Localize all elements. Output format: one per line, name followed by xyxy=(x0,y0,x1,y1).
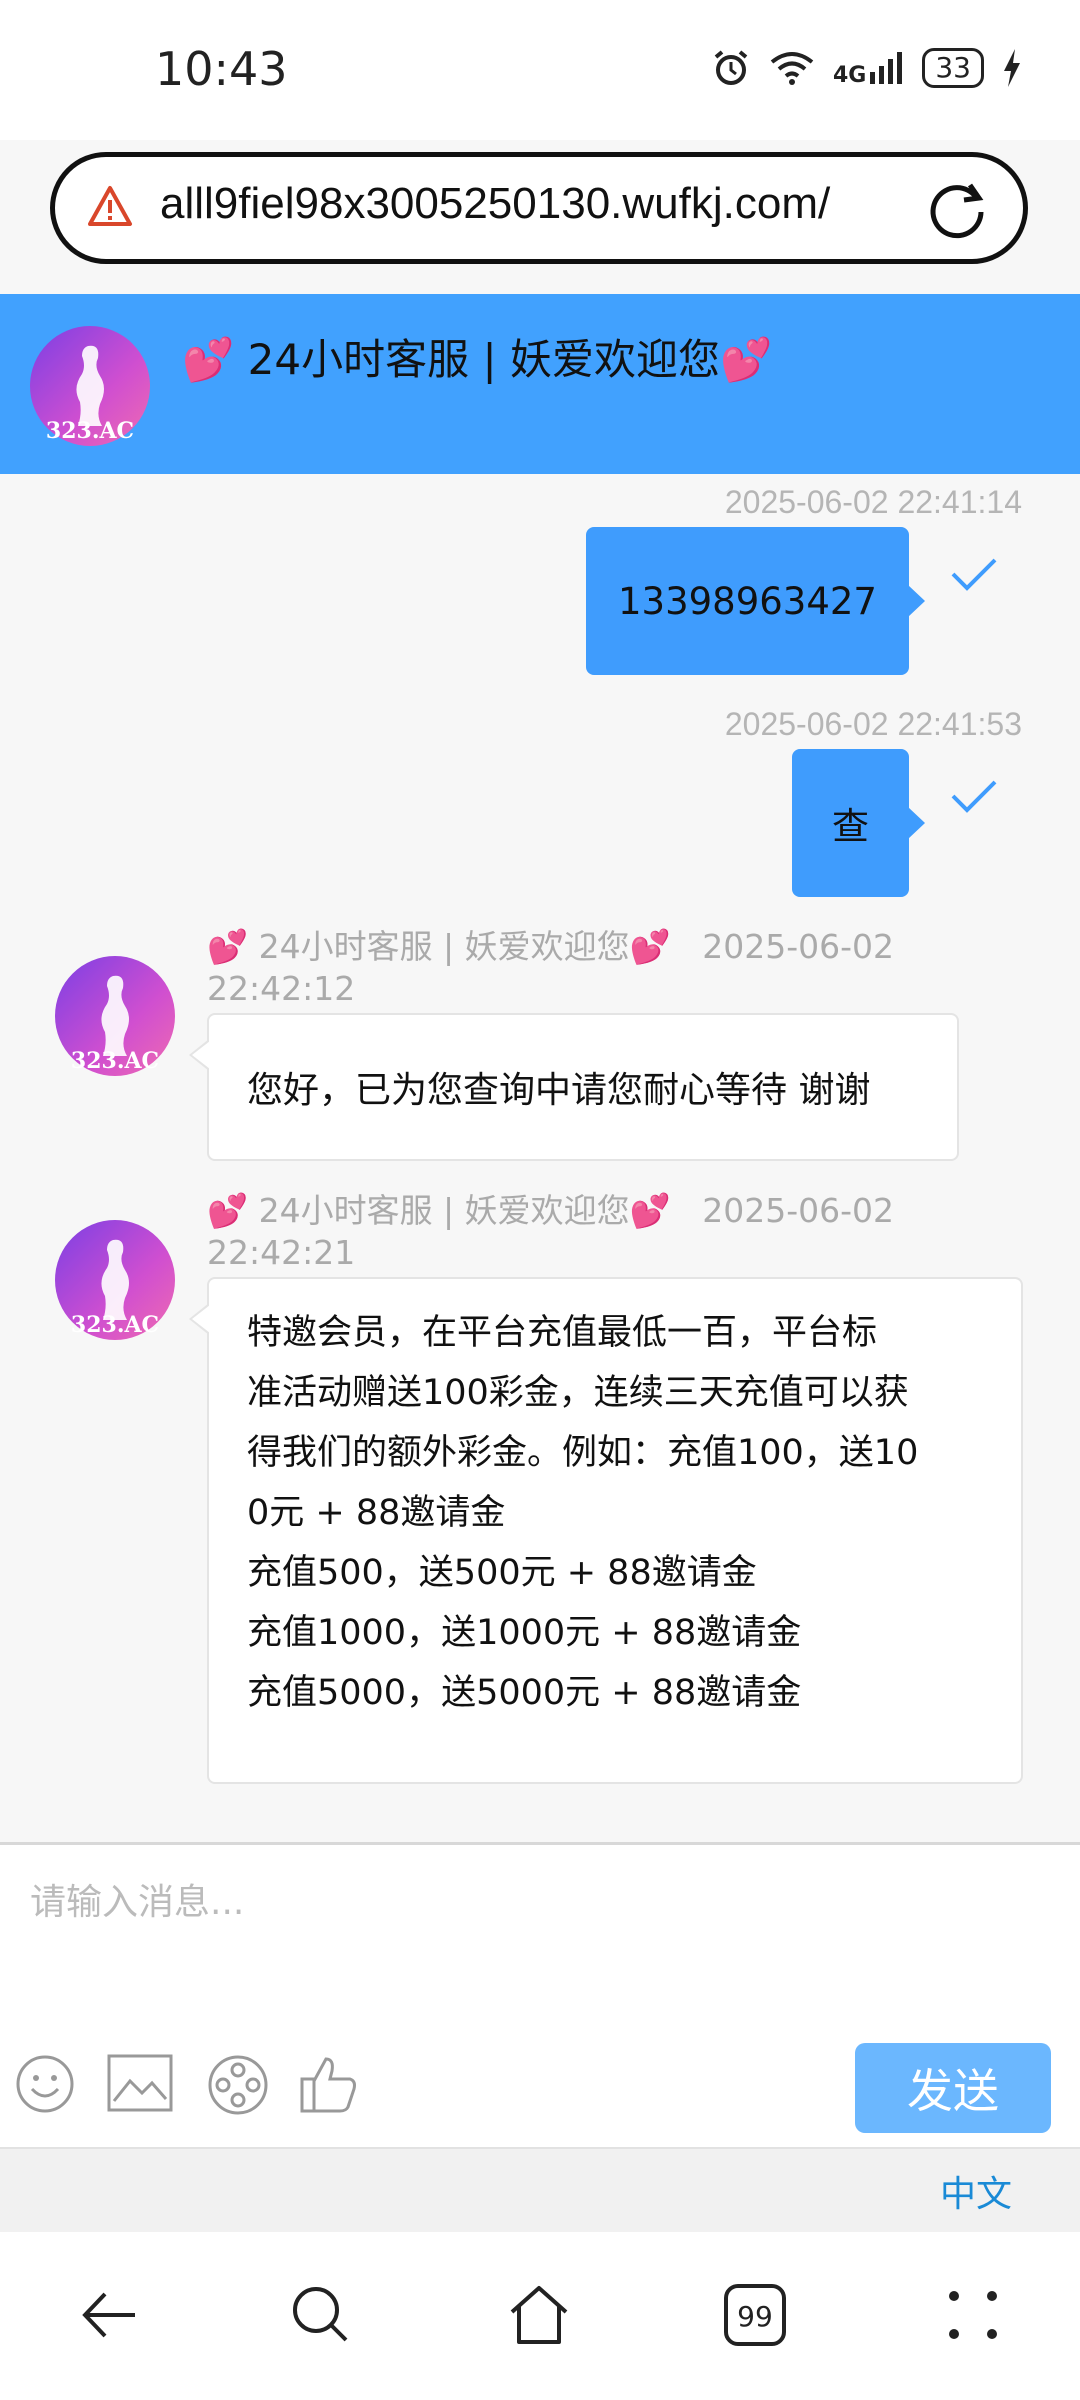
status-time: 10:43 xyxy=(155,42,288,96)
message-line: 得我们的额外彩金。例如：充值100，送10 xyxy=(247,1433,919,1473)
thumbs-up-icon[interactable] xyxy=(298,2053,360,2115)
message-line: 充值5000，送5000元 + 88邀请金 xyxy=(247,1673,802,1713)
incoming-message-bubble[interactable]: 您好，已为您查询中请您耐心等待 谢谢 xyxy=(189,1013,959,1161)
menu-icon[interactable] xyxy=(940,2282,1006,2348)
status-icons: 4G 33 xyxy=(711,48,1022,88)
message-input[interactable]: 请输入消息... xyxy=(30,1873,244,1925)
agent-name: 💕 24小时客服 | 妖爱欢迎您💕 xyxy=(207,1191,671,1230)
agent-avatar[interactable]: 323.AC xyxy=(55,956,175,1076)
incoming-message-bubble[interactable]: 特邀会员，在平台充值最低一百，平台标 准活动赠送100彩金，连续三天充值可以获 … xyxy=(189,1277,1023,1784)
agent-avatar[interactable]: 323.AC xyxy=(55,1220,175,1340)
browser-bottom-nav: 99 xyxy=(0,2232,1080,2400)
message-timestamp: 2025-06-02 22:41:53 xyxy=(724,706,1022,742)
message-composer: 请输入消息... 发送 xyxy=(0,1842,1080,2150)
outgoing-message-bubble[interactable]: 13398963427 xyxy=(586,527,925,675)
header-avatar: 323.AC xyxy=(30,326,150,446)
message-text: 您好，已为您查询中请您耐心等待 谢谢 xyxy=(247,1070,871,1111)
battery-icon: 33 xyxy=(922,48,984,88)
signal-icon xyxy=(870,52,903,84)
home-icon[interactable] xyxy=(506,2282,572,2348)
charging-icon xyxy=(1004,49,1020,87)
send-button[interactable]: 发送 xyxy=(855,2043,1051,2133)
agent-meta: 💕 24小时客服 | 妖爱欢迎您💕 2025-06-02 22:42:12 xyxy=(207,926,947,1010)
message-text: 13398963427 xyxy=(618,579,877,623)
message-line: 特邀会员，在平台充值最低一百，平台标 xyxy=(247,1313,878,1353)
wifi-icon xyxy=(770,52,814,85)
message-text: 查 xyxy=(832,805,869,848)
svg-text:99: 99 xyxy=(737,2300,773,2333)
check-icon xyxy=(951,780,997,813)
avatar-logo-text: 323.AC xyxy=(71,1048,159,1074)
network-label: 4G xyxy=(832,63,867,88)
message-timestamp: 2025-06-02 22:41:14 xyxy=(724,484,1022,520)
chat-title: 💕 24小时客服 | 妖爱欢迎您💕 xyxy=(182,335,773,384)
address-bar[interactable]: alll9fiel98x3005250130.wufkj.com/ xyxy=(50,152,1028,264)
message-line: 0元 + 88邀请金 xyxy=(247,1493,506,1533)
language-switch[interactable]: 中文 xyxy=(940,2165,1012,2217)
network-type: 4G xyxy=(832,50,904,88)
image-icon[interactable] xyxy=(106,2053,174,2113)
tabs-icon[interactable]: 99 xyxy=(722,2282,788,2348)
agent-name: 💕 24小时客服 | 妖爱欢迎您💕 xyxy=(207,927,671,966)
outgoing-message-bubble[interactable]: 查 xyxy=(792,749,925,897)
agent-meta: 💕 24小时客服 | 妖爱欢迎您💕 2025-06-02 22:42:21 xyxy=(207,1190,947,1274)
status-bar: 10:43 4G 33 xyxy=(0,0,1080,140)
message-line: 充值500，送500元 + 88邀请金 xyxy=(247,1553,757,1593)
language-bar: 中文 xyxy=(0,2147,1080,2234)
avatar-logo-text: 323.AC xyxy=(46,418,134,444)
warning-icon[interactable] xyxy=(87,185,133,227)
reload-icon[interactable] xyxy=(926,179,988,241)
back-icon[interactable] xyxy=(75,2282,141,2348)
avatar-logo-text: 323.AC xyxy=(71,1312,159,1338)
battery-level: 33 xyxy=(935,51,971,84)
emoji-icon[interactable] xyxy=(14,2053,76,2115)
alarm-icon xyxy=(714,50,748,85)
url-text[interactable]: alll9fiel98x3005250130.wufkj.com/ xyxy=(160,179,930,229)
check-icon xyxy=(951,558,997,591)
search-icon[interactable] xyxy=(288,2282,354,2348)
film-icon[interactable] xyxy=(206,2053,270,2117)
message-line: 准活动赠送100彩金，连续三天充值可以获 xyxy=(247,1373,909,1413)
message-line: 充值1000，送1000元 + 88邀请金 xyxy=(247,1613,802,1653)
